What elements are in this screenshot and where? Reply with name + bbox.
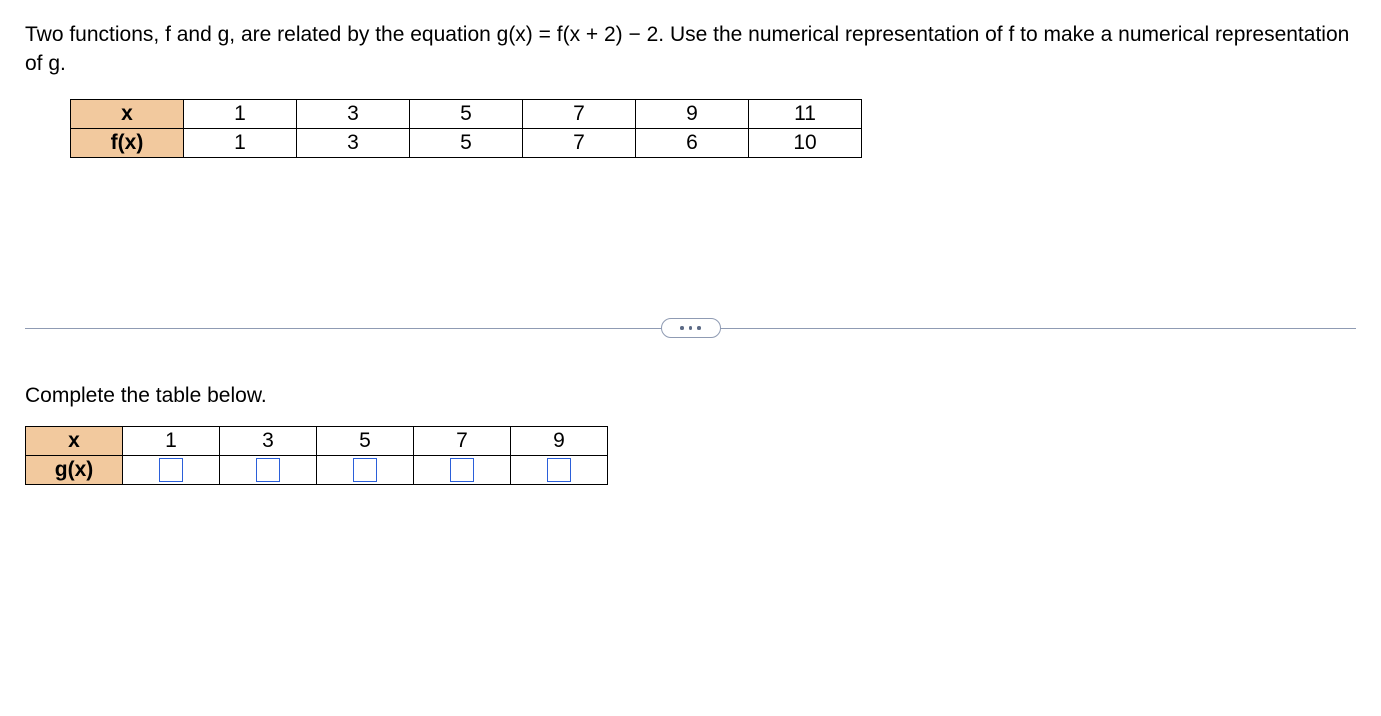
table-f-fx-cell: 3 xyxy=(297,128,410,157)
table-f-x-cell: 11 xyxy=(749,99,862,128)
table-f-fx-label: f(x) xyxy=(71,128,184,157)
table-f-x-cell: 7 xyxy=(523,99,636,128)
table-g-gx-label: g(x) xyxy=(26,455,123,484)
table-f-fx-cell: 10 xyxy=(749,128,862,157)
table-g-x-cell: 3 xyxy=(220,426,317,455)
table-f-fx-cell: 7 xyxy=(523,128,636,157)
table-g-x-cell: 9 xyxy=(511,426,608,455)
instruction-text: Complete the table below. xyxy=(25,384,1356,408)
table-f: x 1 3 5 7 9 11 f(x) 1 3 5 7 6 10 xyxy=(70,99,862,158)
table-f-x-cell: 9 xyxy=(636,99,749,128)
expand-divider xyxy=(25,328,1356,329)
answer-input-3[interactable] xyxy=(317,455,414,484)
table-g: x 1 3 5 7 9 g(x) xyxy=(25,426,608,485)
table-f-x-cell: 1 xyxy=(184,99,297,128)
table-f-x-cell: 5 xyxy=(410,99,523,128)
table-f-fx-cell: 1 xyxy=(184,128,297,157)
problem-prompt: Two functions, f and g, are related by t… xyxy=(25,20,1356,79)
table-g-x-cell: 7 xyxy=(414,426,511,455)
table-f-x-cell: 3 xyxy=(297,99,410,128)
table-g-x-label: x xyxy=(26,426,123,455)
table-g-x-cell: 1 xyxy=(123,426,220,455)
answer-input-2[interactable] xyxy=(220,455,317,484)
answer-input-1[interactable] xyxy=(123,455,220,484)
table-g-x-cell: 5 xyxy=(317,426,414,455)
table-f-fx-cell: 5 xyxy=(410,128,523,157)
expand-button[interactable] xyxy=(661,318,721,338)
table-f-fx-cell: 6 xyxy=(636,128,749,157)
answer-input-5[interactable] xyxy=(511,455,608,484)
table-f-x-label: x xyxy=(71,99,184,128)
answer-input-4[interactable] xyxy=(414,455,511,484)
